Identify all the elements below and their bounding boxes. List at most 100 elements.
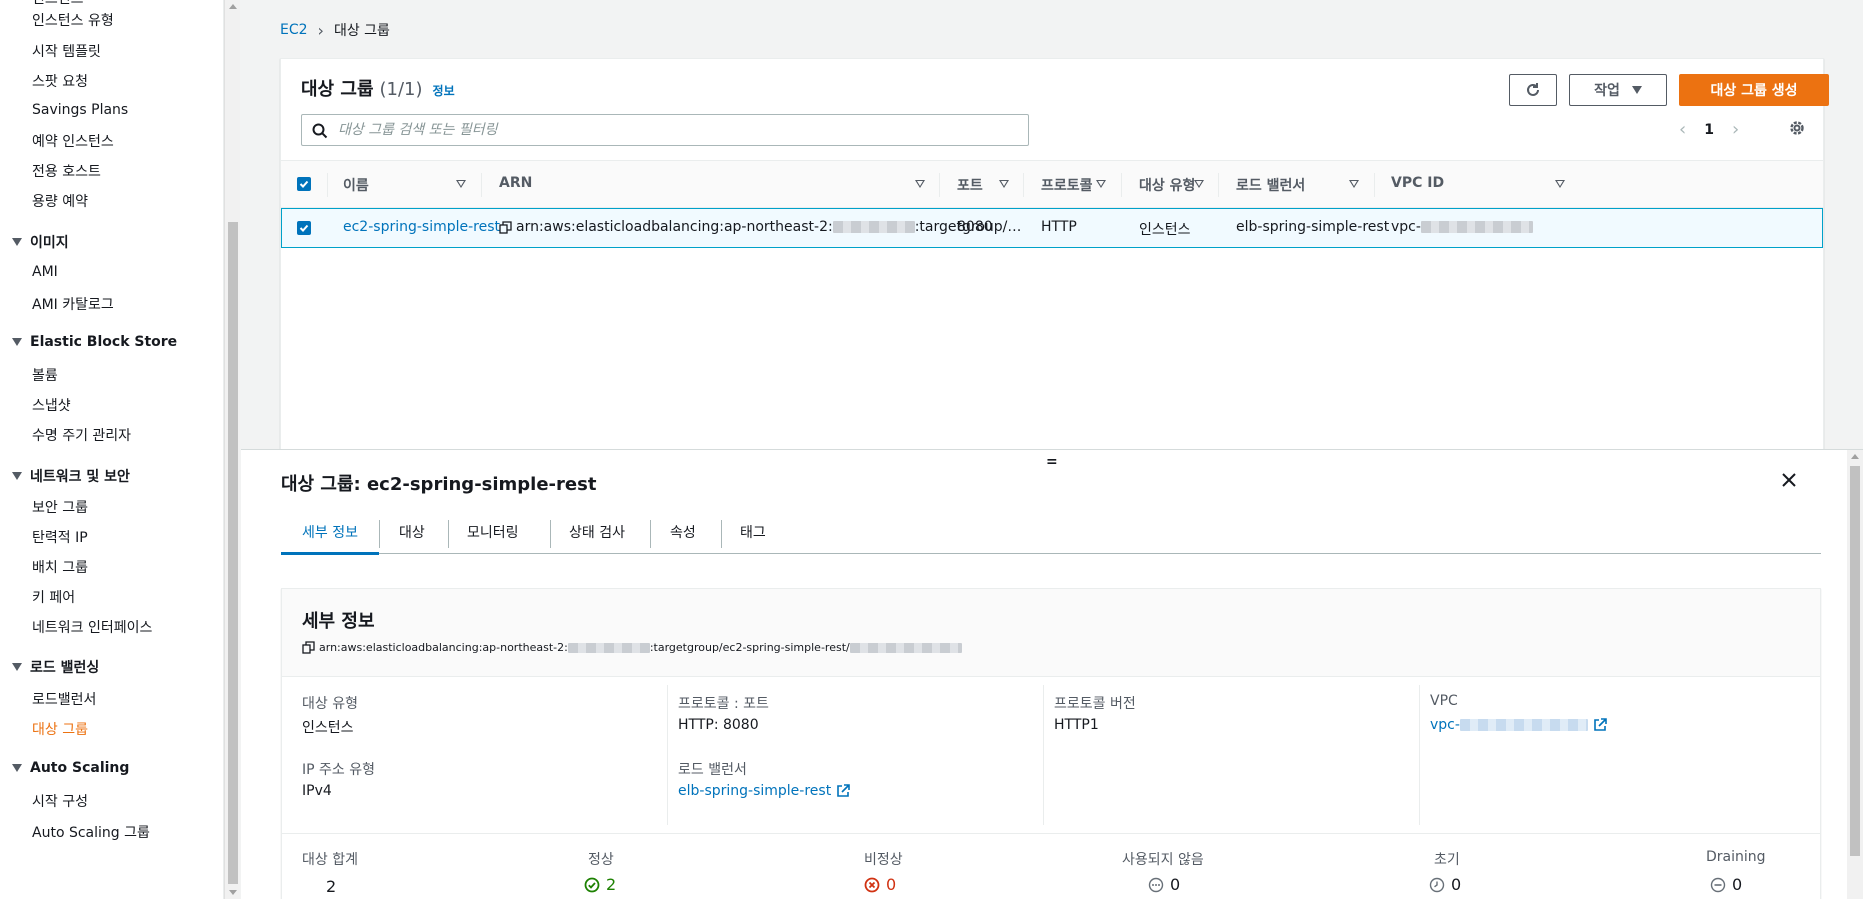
panel-title: 대상 그룹	[301, 79, 374, 100]
tab-tags[interactable]: 태그	[740, 522, 766, 542]
actions-button[interactable]: 작업	[1569, 74, 1667, 106]
refresh-button[interactable]	[1509, 74, 1557, 106]
resize-handle[interactable]: =	[1046, 454, 1058, 470]
sidebar-item-placement-groups[interactable]: 배치 그룹	[32, 557, 88, 577]
tab-targets[interactable]: 대상	[399, 522, 425, 542]
column-header-name[interactable]: 이름	[343, 175, 369, 195]
scroll-up-icon[interactable]	[1851, 454, 1859, 459]
sidebar-item-capacity-reservations[interactable]: 용량 예약	[32, 191, 88, 211]
column-header-port[interactable]: 포트	[957, 175, 983, 195]
vpc-label: VPC	[1430, 693, 1458, 709]
sidebar-item-instance-types[interactable]: 인스턴스 유형	[32, 10, 114, 30]
column-divider	[1023, 173, 1024, 197]
split-panel: = 대상 그룹: ec2-spring-simple-rest 세부 정보 대상…	[241, 449, 1863, 899]
sidebar-item-key-pairs[interactable]: 키 페어	[32, 587, 75, 607]
sidebar-section-images[interactable]: 이미지	[12, 232, 69, 252]
chevron-left-icon[interactable]: ‹	[1679, 119, 1686, 140]
vpc-id-cell: vpc-	[1391, 219, 1533, 235]
sort-icon[interactable]	[456, 180, 466, 188]
page-number[interactable]: 1	[1704, 122, 1714, 138]
sidebar-item-spot-requests[interactable]: 스팟 요청	[32, 71, 88, 91]
details-arn: arn:aws:elasticloadbalancing:ap-northeas…	[302, 641, 962, 654]
caret-down-icon	[12, 338, 22, 346]
load-balancer-label: 로드 밸런서	[678, 762, 747, 778]
tab-attributes[interactable]: 속성	[670, 522, 696, 542]
tab-details[interactable]: 세부 정보	[302, 522, 358, 542]
sidebar-item-launch-configurations[interactable]: 시작 구성	[32, 791, 88, 811]
port-cell: 8080	[957, 219, 993, 235]
gear-icon[interactable]	[1788, 119, 1806, 137]
search-input[interactable]	[338, 122, 1028, 138]
sidebar-item-network-interfaces[interactable]: 네트워크 인터페이스	[32, 617, 152, 637]
vpc-link[interactable]: vpc-	[1430, 717, 1607, 733]
target-group-name-link[interactable]: ec2-spring-simple-rest	[343, 219, 500, 235]
column-header-load-balancer[interactable]: 로드 밸런서	[1236, 175, 1305, 195]
column-divider	[1374, 173, 1375, 197]
sort-icon[interactable]	[1194, 180, 1204, 188]
sort-icon[interactable]	[999, 180, 1009, 188]
search-field[interactable]	[301, 114, 1029, 146]
scroll-down-icon[interactable]	[229, 890, 237, 895]
redacted-account-id	[567, 642, 650, 653]
sidebar-item-snapshots[interactable]: 스냅샷	[32, 395, 71, 415]
sidebar-scrollbar[interactable]	[224, 0, 240, 899]
sidebar-item-load-balancers[interactable]: 로드밸런서	[32, 689, 96, 709]
sidebar-item-volumes[interactable]: 볼륨	[32, 365, 58, 385]
sort-icon[interactable]	[1096, 180, 1106, 188]
sort-icon[interactable]	[1555, 180, 1565, 188]
sidebar-section-load-balancing[interactable]: 로드 밸런싱	[12, 657, 99, 677]
sidebar-section-network[interactable]: 네트워크 및 보안	[12, 466, 130, 486]
ip-address-type-value: IPv4	[302, 783, 332, 799]
sidebar-section-auto-scaling[interactable]: Auto Scaling	[12, 760, 129, 776]
sidebar-item-savings-plans[interactable]: Savings Plans	[32, 102, 128, 118]
sort-icon[interactable]	[915, 180, 925, 188]
close-icon[interactable]	[1781, 472, 1797, 488]
chevron-right-icon[interactable]: ›	[1732, 119, 1739, 140]
row-checkbox[interactable]	[297, 221, 311, 235]
load-balancer-cell: elb-spring-simple-rest	[1236, 219, 1390, 235]
load-balancer-link[interactable]: elb-spring-simple-rest	[678, 783, 850, 799]
target-type-label: 대상 유형	[302, 696, 358, 712]
info-link[interactable]: 정보	[433, 82, 455, 99]
ip-address-type-label: IP 주소 유형	[302, 762, 375, 778]
redacted-target-group-id	[849, 642, 962, 653]
sidebar-item-elastic-ips[interactable]: 탄력적 IP	[32, 527, 88, 547]
sidebar-item-lifecycle-manager[interactable]: 수명 주기 관리자	[32, 425, 131, 445]
copy-icon[interactable]	[499, 220, 512, 234]
sidebar-section-ebs[interactable]: Elastic Block Store	[12, 334, 177, 350]
split-panel-scrollbar[interactable]	[1847, 450, 1863, 899]
breadcrumb-ec2-link[interactable]: EC2	[280, 22, 308, 38]
column-header-vpc-id[interactable]: VPC ID	[1391, 175, 1444, 191]
section-divider	[282, 833, 1820, 834]
tab-health-checks[interactable]: 상태 검사	[569, 522, 625, 542]
column-header-target-type[interactable]: 대상 유형	[1139, 175, 1195, 195]
total-targets-label: 대상 합계	[302, 852, 358, 868]
create-target-group-button[interactable]: 대상 그룹 생성	[1679, 74, 1829, 106]
unused-circle-icon	[1148, 877, 1164, 892]
sidebar-item-target-groups[interactable]: 대상 그룹	[32, 719, 88, 739]
sidebar-item-dedicated-hosts[interactable]: 전용 호스트	[32, 161, 101, 181]
tab-divider	[650, 520, 651, 548]
select-all-checkbox[interactable]	[297, 177, 311, 191]
scroll-up-icon[interactable]	[229, 4, 237, 9]
column-header-protocol[interactable]: 프로토콜	[1041, 175, 1093, 195]
sidebar-item-launch-templates[interactable]: 시작 템플릿	[32, 41, 101, 61]
tab-monitoring[interactable]: 모니터링	[467, 522, 519, 542]
arn-cell: arn:aws:elasticloadbalancing:ap-northeas…	[499, 219, 1021, 235]
sidebar-item-instances[interactable]: 인스턴스	[32, 0, 84, 8]
sidebar-item-ami-catalog[interactable]: AMI 카탈로그	[32, 294, 114, 314]
column-header-arn[interactable]: ARN	[499, 175, 532, 191]
column-divider	[481, 173, 482, 197]
copy-icon[interactable]	[302, 641, 315, 654]
scrollbar-thumb[interactable]	[1850, 466, 1860, 856]
sidebar-item-reserved-instances[interactable]: 예약 인스턴스	[32, 131, 114, 151]
table-row[interactable]: ec2-spring-simple-rest arn:aws:elasticlo…	[281, 208, 1823, 248]
scrollbar-thumb[interactable]	[228, 222, 238, 884]
external-link-icon	[837, 784, 850, 797]
sidebar-item-auto-scaling-groups[interactable]: Auto Scaling 그룹	[32, 822, 150, 842]
sort-icon[interactable]	[1349, 180, 1359, 188]
column-divider	[1121, 173, 1122, 197]
column-divider	[667, 685, 668, 825]
sidebar-item-security-groups[interactable]: 보안 그룹	[32, 497, 88, 517]
sidebar-item-ami[interactable]: AMI	[32, 264, 58, 280]
